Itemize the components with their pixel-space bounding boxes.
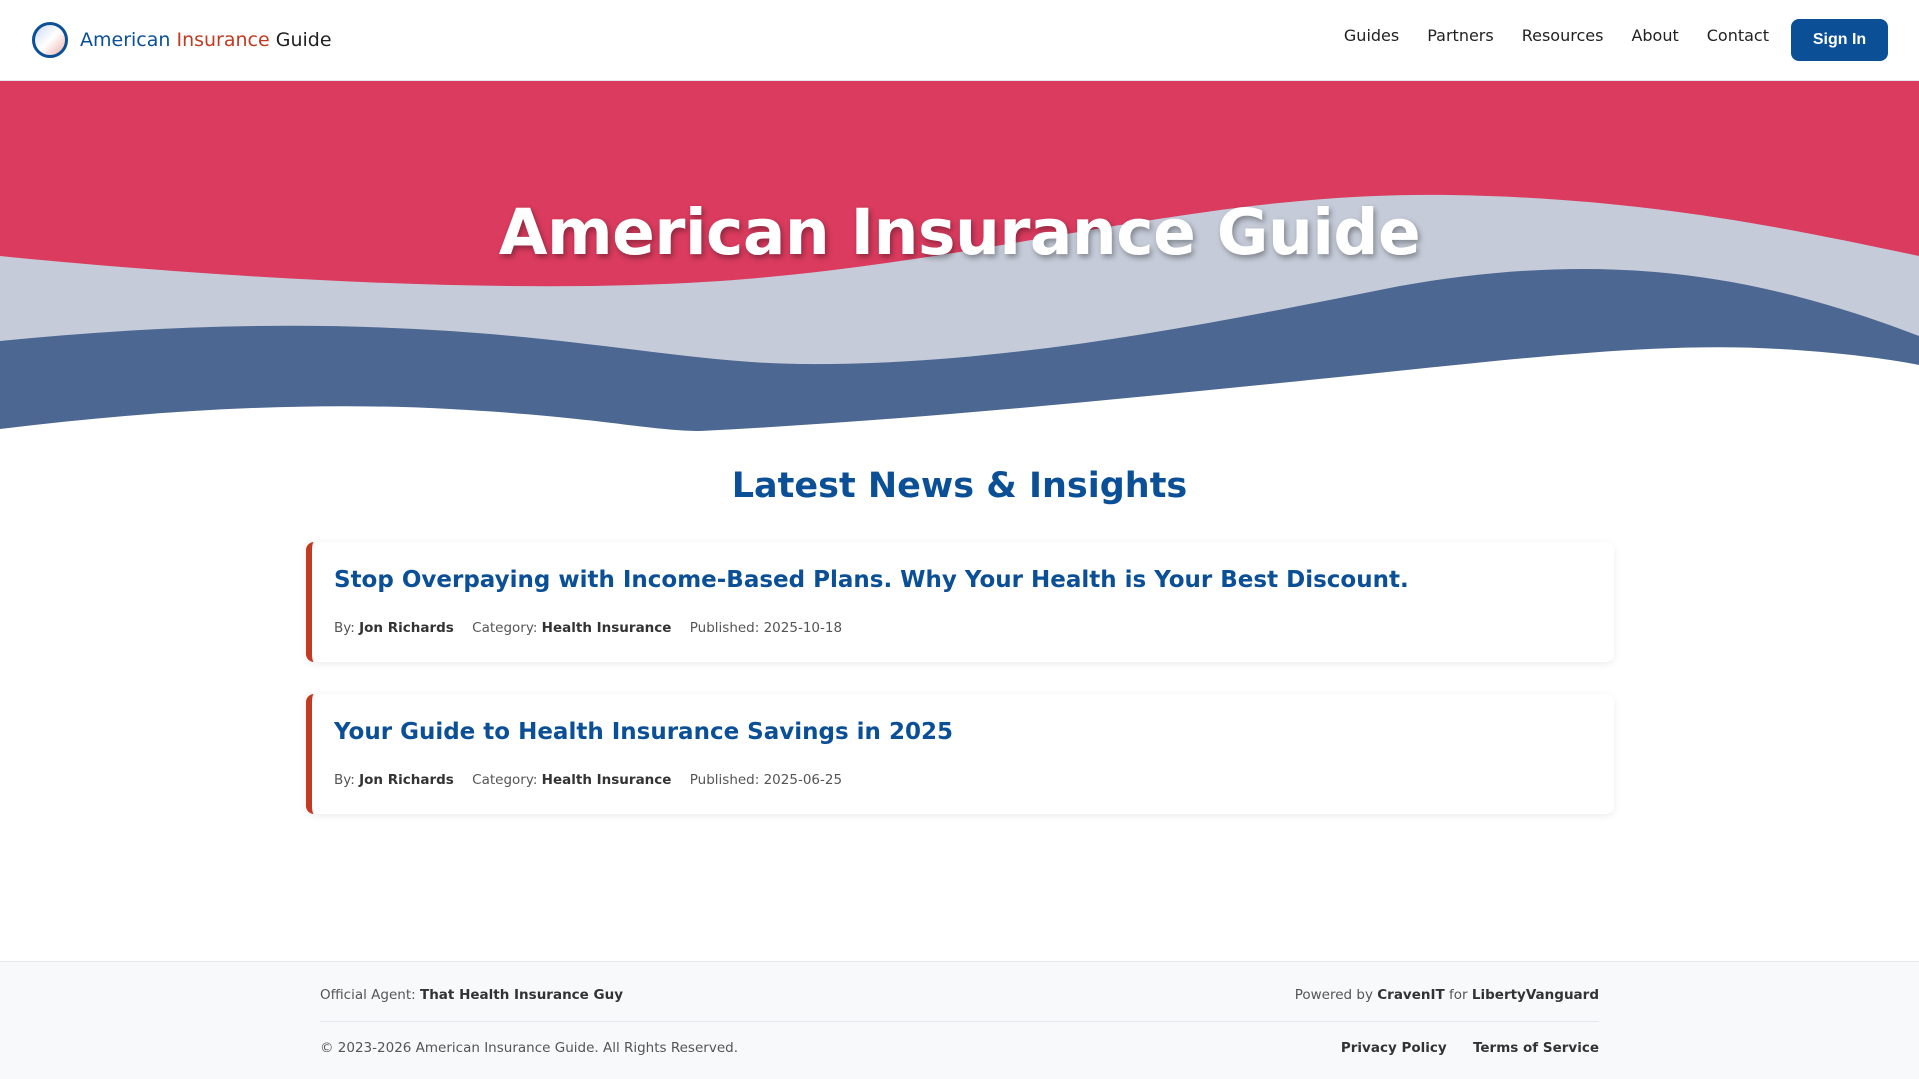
category-name: Health Insurance bbox=[541, 620, 672, 636]
client-name[interactable]: LibertyVanguard bbox=[1472, 987, 1599, 1003]
site-footer: Official Agent: That Health Insurance Gu… bbox=[0, 961, 1919, 1079]
published-date: 2025-10-18 bbox=[763, 620, 843, 636]
article-title[interactable]: Stop Overpaying with Income-Based Plans.… bbox=[334, 567, 1409, 593]
privacy-policy-link[interactable]: Privacy Policy bbox=[1341, 1040, 1447, 1056]
sign-in-button[interactable]: Sign In bbox=[1791, 19, 1888, 61]
logo-word-insurance: Insurance bbox=[176, 29, 270, 51]
logo-text: American Insurance Guide bbox=[80, 29, 332, 51]
article-card[interactable]: Stop Overpaying with Income-Based Plans.… bbox=[306, 542, 1614, 662]
agent-name[interactable]: That Health Insurance Guy bbox=[420, 987, 623, 1003]
hero-banner: American Insurance Guide bbox=[0, 81, 1919, 431]
powered-label: Powered by bbox=[1294, 987, 1373, 1003]
category-label: Category: bbox=[472, 620, 538, 636]
article-meta: By: Jon Richards Category: Health Insura… bbox=[334, 620, 856, 636]
published-label: Published: bbox=[689, 772, 760, 788]
author-name: Jon Richards bbox=[359, 772, 454, 788]
footer-divider bbox=[320, 1021, 1599, 1022]
terms-of-service-link[interactable]: Terms of Service bbox=[1473, 1040, 1599, 1056]
site-logo[interactable]: American Insurance Guide bbox=[31, 21, 332, 59]
article-author: By: Jon Richards bbox=[334, 620, 454, 636]
powered-by: Powered by CravenIT for LibertyVanguard bbox=[1295, 987, 1599, 1003]
footer-links: Privacy Policy Terms of Service bbox=[1319, 1040, 1599, 1056]
section-heading: Latest News & Insights bbox=[731, 466, 1188, 506]
author-name: Jon Richards bbox=[359, 620, 454, 636]
author-label: By: bbox=[334, 620, 355, 636]
nav-item-about[interactable]: About bbox=[1631, 26, 1678, 45]
globe-logo-icon bbox=[32, 22, 68, 58]
nav-item-resources[interactable]: Resources bbox=[1522, 26, 1604, 45]
footer-bottom-row: © 2023-2026 American Insurance Guide. Al… bbox=[320, 1040, 1599, 1056]
article-author: By: Jon Richards bbox=[334, 772, 454, 788]
nav-item-guides[interactable]: Guides bbox=[1344, 26, 1399, 45]
published-label: Published: bbox=[689, 620, 760, 636]
category-name: Health Insurance bbox=[541, 772, 672, 788]
powered-by-name[interactable]: CravenIT bbox=[1377, 987, 1444, 1003]
site-header: American Insurance Guide Guides Partners… bbox=[0, 0, 1919, 81]
article-card[interactable]: Your Guide to Health Insurance Savings i… bbox=[306, 694, 1614, 814]
published-date: 2025-06-25 bbox=[763, 772, 843, 788]
logo-word-guide: Guide bbox=[275, 29, 332, 51]
nav-item-contact[interactable]: Contact bbox=[1707, 26, 1769, 45]
logo-word-american: American bbox=[80, 29, 171, 51]
article-category: Category: Health Insurance bbox=[472, 620, 671, 636]
copyright-text: © 2023-2026 American Insurance Guide. Al… bbox=[320, 1040, 738, 1056]
hero-title: American Insurance Guide bbox=[498, 196, 1421, 269]
nav-item-partners[interactable]: Partners bbox=[1427, 26, 1493, 45]
author-label: By: bbox=[334, 772, 355, 788]
article-published: Published: 2025-10-18 bbox=[690, 620, 842, 636]
article-published: Published: 2025-06-25 bbox=[690, 772, 842, 788]
article-title[interactable]: Your Guide to Health Insurance Savings i… bbox=[334, 719, 953, 745]
article-category: Category: Health Insurance bbox=[472, 772, 671, 788]
main-nav: Guides Partners Resources About Contact bbox=[1316, 26, 1769, 45]
agent-label: Official Agent: bbox=[320, 987, 416, 1003]
for-label: for bbox=[1449, 987, 1468, 1003]
official-agent: Official Agent: That Health Insurance Gu… bbox=[320, 987, 623, 1003]
category-label: Category: bbox=[472, 772, 538, 788]
article-meta: By: Jon Richards Category: Health Insura… bbox=[334, 772, 856, 788]
